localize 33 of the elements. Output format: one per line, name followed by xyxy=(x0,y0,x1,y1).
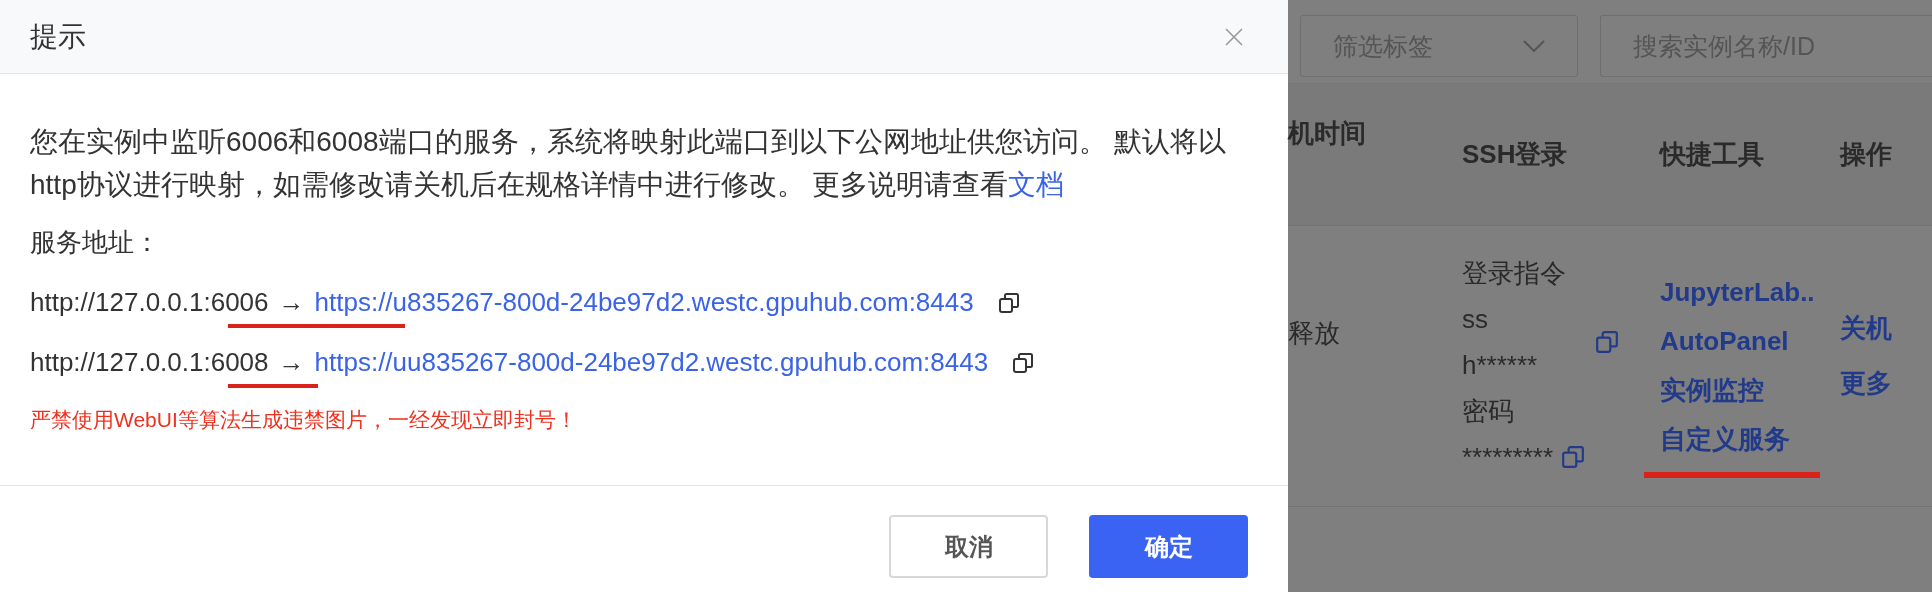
password-label: 密码 xyxy=(1462,395,1515,428)
tool-link[interactable]: 自定义服务 xyxy=(1660,424,1790,454)
public-url-link[interactable]: https://uu835267-800d-24be97d2.westc.gpuhub.com:8443 xyxy=(314,341,989,384)
copy-icon[interactable] xyxy=(1012,351,1035,374)
login-command-text: ss xyxy=(1462,303,1489,336)
column-header: 机时间 xyxy=(1288,117,1366,150)
address-label: 服务地址： xyxy=(30,226,161,259)
tool-link[interactable]: JupyterLab.. xyxy=(1660,277,1815,307)
arrow-text: → xyxy=(278,346,305,379)
column-header: SSH登录 xyxy=(1462,138,1568,171)
arrow-text: → xyxy=(278,286,305,319)
action-link[interactable]: 更多 xyxy=(1840,366,1932,401)
column-header: 操作 xyxy=(1840,138,1892,171)
action-link[interactable]: 关机 xyxy=(1840,311,1932,346)
dialog-title: 提示 xyxy=(30,19,86,54)
description-text: 您在实例中监听6006和6008端口的服务，系统将映射此端口到以下公网地址供您访问。 默认将以http协议进行映射，如需修改请关机后在规格详情中进行修改。 更多说明请查看文档 xyxy=(30,125,1228,202)
close-icon[interactable] xyxy=(1224,26,1244,47)
confirm-button[interactable]: 确定 xyxy=(1089,515,1248,578)
tool-link[interactable]: 实例监控 xyxy=(1660,375,1764,405)
tool-link[interactable]: AutoPanel xyxy=(1660,326,1789,356)
warning-text: 严禁使用WebUI等算法生成违禁图片，一经发现立即封号！ xyxy=(30,407,578,433)
copy-icon[interactable] xyxy=(997,291,1020,314)
status-text: 释放 xyxy=(1288,318,1340,348)
login-command-text: h****** xyxy=(1462,349,1539,382)
local-address: http://127.0.0.1:6008 xyxy=(30,346,269,379)
password-text: ********* xyxy=(1462,441,1554,474)
local-address: http://127.0.0.1:6006 xyxy=(30,286,269,319)
ssh-label: 登录指令 xyxy=(1462,257,1567,290)
docs-link[interactable]: 文档 xyxy=(1008,169,1065,200)
cancel-button[interactable]: 取消 xyxy=(889,515,1048,578)
chevron-down-icon xyxy=(1523,40,1545,52)
column-header: 快捷工具 xyxy=(1660,138,1764,171)
public-url-link[interactable]: https://u835267-800d-24be97d2.westc.gpuhub.com:8443 xyxy=(314,281,974,324)
